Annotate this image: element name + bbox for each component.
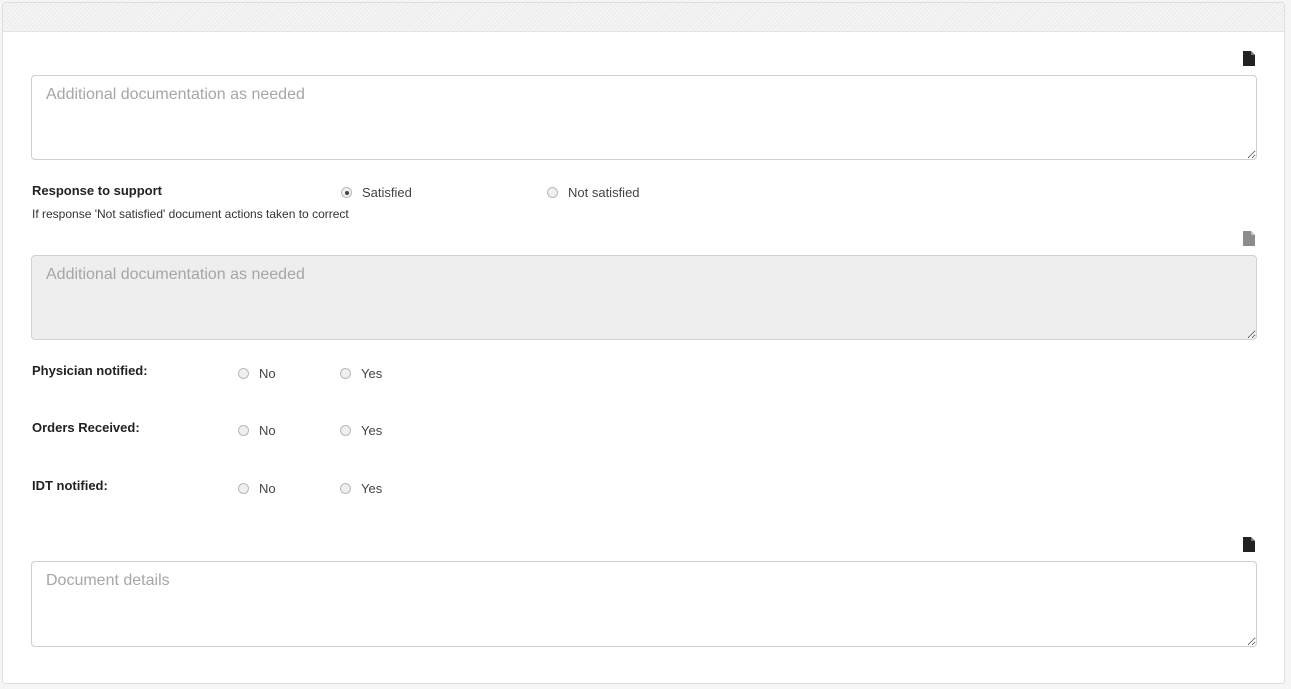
radio-not-satisfied-label: Not satisfied bbox=[568, 185, 640, 200]
radio-orders-no[interactable]: No bbox=[238, 423, 276, 438]
file-icon[interactable] bbox=[1243, 537, 1255, 552]
radio-dot-physician-yes[interactable] bbox=[340, 368, 351, 379]
radio-dot-not-satisfied[interactable] bbox=[547, 187, 558, 198]
file-icon[interactable] bbox=[1243, 51, 1255, 66]
not-satisfied-hint: If response 'Not satisfied' document act… bbox=[32, 207, 349, 221]
radio-idt-no-label: No bbox=[259, 481, 276, 496]
idt-notified-label: IDT notified: bbox=[32, 478, 108, 493]
radio-physician-yes[interactable]: Yes bbox=[340, 366, 382, 381]
radio-satisfied[interactable]: Satisfied bbox=[341, 185, 412, 200]
additional-documentation-input-2 bbox=[31, 255, 1257, 340]
radio-satisfied-label: Satisfied bbox=[362, 185, 412, 200]
orders-received-label: Orders Received: bbox=[32, 420, 140, 435]
radio-orders-yes[interactable]: Yes bbox=[340, 423, 382, 438]
radio-not-satisfied[interactable]: Not satisfied bbox=[547, 185, 640, 200]
radio-dot-physician-no[interactable] bbox=[238, 368, 249, 379]
radio-orders-yes-label: Yes bbox=[361, 423, 383, 438]
additional-documentation-input-1[interactable] bbox=[31, 75, 1257, 160]
radio-dot-orders-yes[interactable] bbox=[340, 425, 351, 436]
radio-idt-yes-label: Yes bbox=[361, 481, 383, 496]
physician-notified-label: Physician notified: bbox=[32, 363, 148, 378]
radio-dot-idt-yes[interactable] bbox=[340, 483, 351, 494]
radio-idt-no[interactable]: No bbox=[238, 481, 276, 496]
response-to-support-label: Response to support bbox=[32, 183, 163, 198]
document-details-input[interactable] bbox=[31, 561, 1257, 647]
file-icon-disabled bbox=[1243, 231, 1255, 246]
radio-physician-yes-label: Yes bbox=[361, 366, 383, 381]
radio-idt-yes[interactable]: Yes bbox=[340, 481, 382, 496]
panel-header bbox=[3, 3, 1284, 32]
radio-dot-satisfied[interactable] bbox=[341, 187, 352, 198]
radio-orders-no-label: No bbox=[259, 423, 276, 438]
radio-physician-no[interactable]: No bbox=[238, 366, 276, 381]
radio-dot-orders-no[interactable] bbox=[238, 425, 249, 436]
radio-dot-idt-no[interactable] bbox=[238, 483, 249, 494]
radio-physician-no-label: No bbox=[259, 366, 276, 381]
